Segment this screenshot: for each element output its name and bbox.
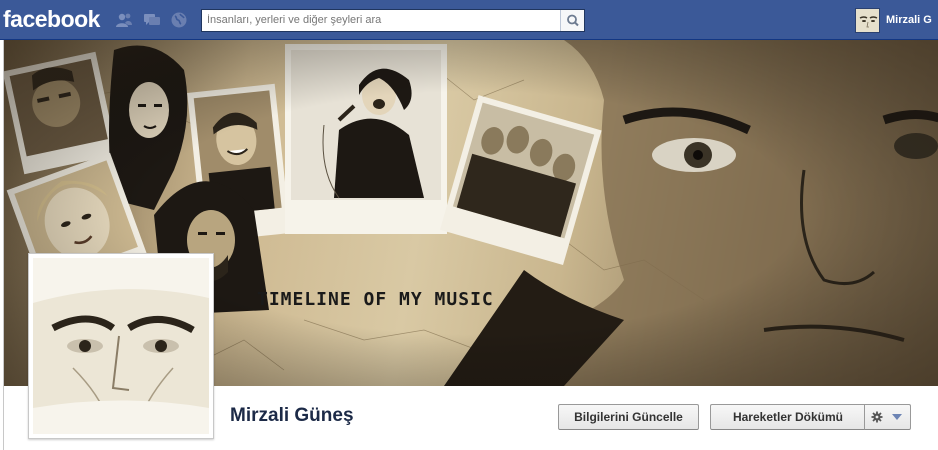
cover-caption: TIMELINE OF MY MUSIC: [257, 289, 494, 310]
user-avatar[interactable]: [855, 8, 880, 33]
notifications-globe-icon[interactable]: [170, 11, 188, 29]
update-info-button[interactable]: Bilgilerini Güncelle: [558, 404, 699, 430]
settings-dropdown-button[interactable]: [864, 404, 911, 430]
profile-name[interactable]: Mirzali Güneş: [230, 405, 354, 427]
search-icon: [567, 14, 579, 27]
facebook-logo[interactable]: facebook: [3, 4, 100, 34]
profile-picture[interactable]: [28, 253, 214, 439]
gear-icon: [871, 411, 883, 423]
chevron-down-icon: [892, 414, 902, 420]
friend-requests-icon[interactable]: [115, 11, 133, 29]
search-input[interactable]: [202, 10, 560, 31]
top-navigation-bar: facebook İnsanları, yerleri ve diğer şey…: [0, 0, 938, 40]
profile-photo-image: [33, 258, 209, 434]
search-button[interactable]: [560, 10, 584, 31]
user-name-link[interactable]: Mirzali G: [886, 0, 932, 40]
facebook-timeline-page: facebook İnsanları, yerleri ve diğer şey…: [0, 0, 938, 450]
search-bar: [201, 9, 585, 32]
messages-icon[interactable]: [143, 11, 161, 29]
activity-log-button[interactable]: Hareketler Dökümü: [710, 404, 865, 430]
